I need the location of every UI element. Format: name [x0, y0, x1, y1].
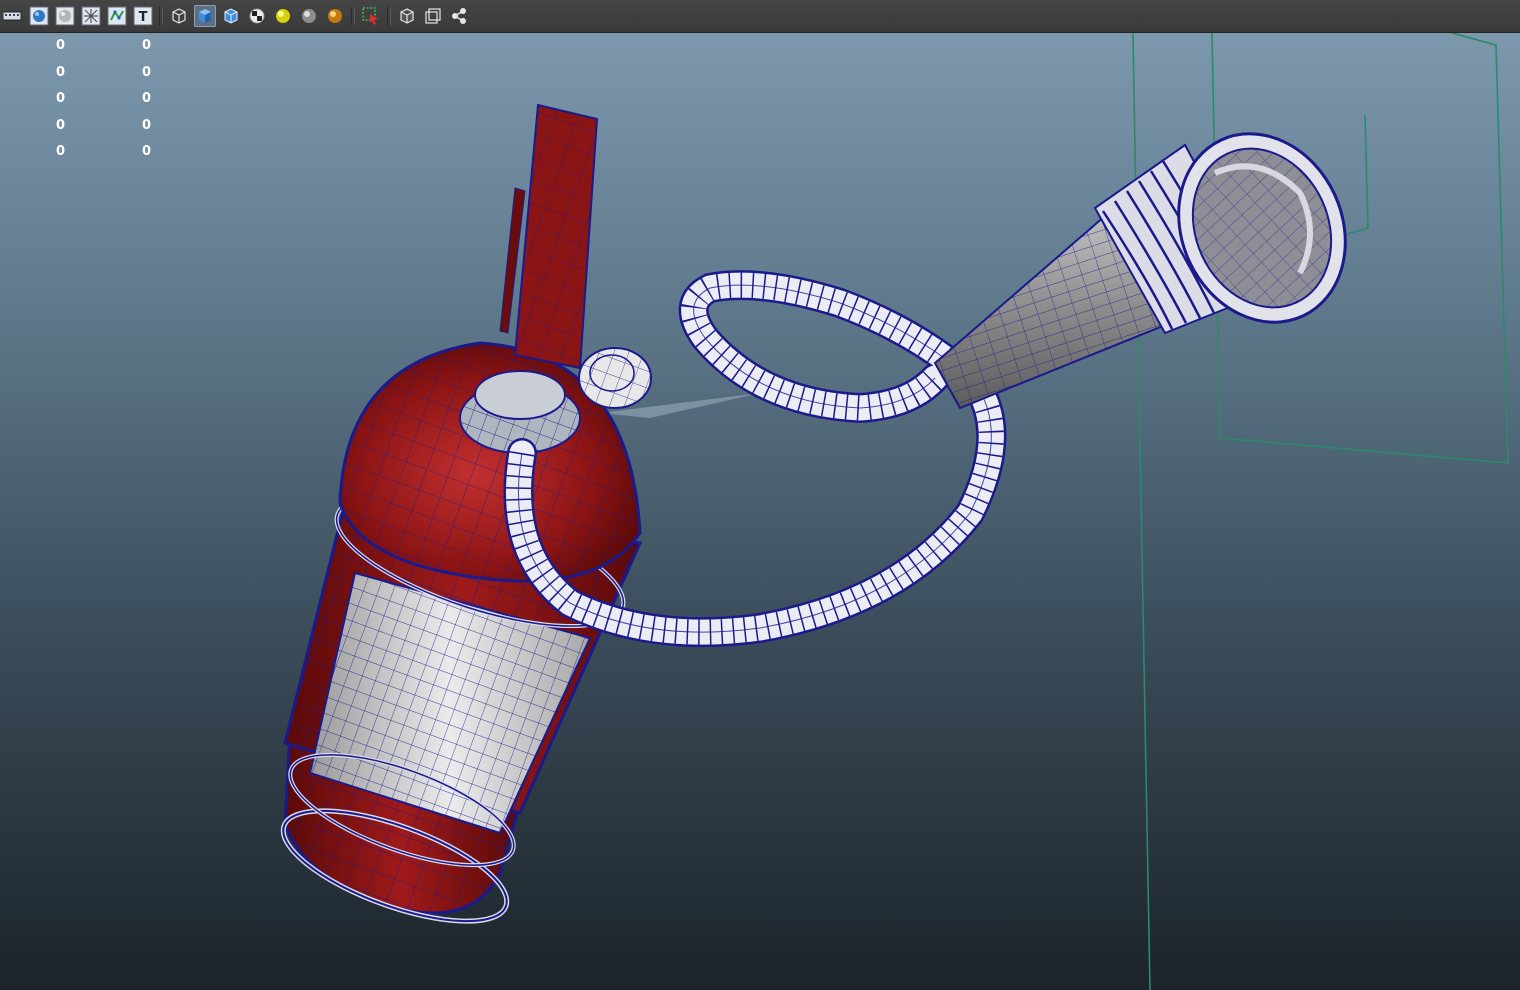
- wireframe-on-shaded-icon: [107, 6, 127, 26]
- valve-assembly: [459, 103, 652, 454]
- scene-render[interactable]: [0, 33, 1520, 990]
- selected-lights-button[interactable]: [324, 5, 346, 27]
- share-graph-icon: [452, 8, 466, 24]
- hud-row: 0 0: [0, 33, 200, 60]
- hud-row: 0 0: [0, 113, 200, 140]
- share-graph-button[interactable]: [448, 5, 470, 27]
- smooth-shade-button[interactable]: [28, 5, 50, 27]
- hud-row: 0 0: [0, 86, 200, 113]
- default-material-button[interactable]: [54, 5, 76, 27]
- isolate-view-button[interactable]: [396, 5, 418, 27]
- shaded-sphere-icon: [29, 6, 49, 26]
- frame-view-button[interactable]: [422, 5, 444, 27]
- grey-light-icon: [302, 9, 316, 23]
- extinguisher-body: [280, 341, 643, 924]
- hud-value: 0: [56, 38, 66, 53]
- viewport-toolbar: T: [0, 0, 1520, 33]
- xray-button[interactable]: [80, 5, 102, 27]
- film-strip-button[interactable]: [2, 5, 24, 27]
- smooth-shade-all-button[interactable]: [194, 5, 216, 27]
- heads-up-display: 0 0 0 0 0 0 0 0 0 0: [0, 33, 200, 166]
- selection-icon: [362, 7, 378, 25]
- shaded-wire-button[interactable]: [220, 5, 242, 27]
- hud-value: 0: [142, 64, 152, 80]
- hud-value: 0: [56, 144, 66, 159]
- x-ray-grid-icon: [81, 6, 101, 26]
- hud-value: 0: [142, 117, 152, 133]
- grey-sphere-icon: [55, 6, 75, 26]
- hud-value: 0: [56, 64, 66, 80]
- shaded-cube-icon: [224, 8, 238, 24]
- toolbar-separator: [351, 7, 355, 25]
- hud-value: 0: [142, 144, 152, 159]
- hud-value: 0: [56, 117, 66, 133]
- checker-icon: [249, 8, 265, 24]
- hud-value: 0: [142, 91, 152, 106]
- hud-row: 0 0: [0, 60, 200, 87]
- default-lights-button[interactable]: [272, 5, 294, 27]
- hud-value: 0: [56, 91, 66, 106]
- film-strip-icon: [3, 11, 22, 21]
- toolbar-separator: [159, 7, 163, 25]
- all-lights-button[interactable]: [298, 5, 320, 27]
- text-t-icon: T: [133, 6, 153, 26]
- hud-row: 0 0: [0, 139, 200, 166]
- wireframe-mode-button[interactable]: [168, 5, 190, 27]
- textured-button[interactable]: [246, 5, 268, 27]
- wireframe-cube-icon: [172, 8, 186, 24]
- isolate-select-button[interactable]: [360, 5, 382, 27]
- wireframe-on-shaded-button[interactable]: [106, 5, 128, 27]
- hud-value: 0: [142, 38, 152, 53]
- text-t-label: T: [139, 10, 148, 25]
- isolate-cube-icon: [400, 8, 414, 24]
- text-button[interactable]: T: [132, 5, 154, 27]
- 3d-viewport[interactable]: 0 0 0 0 0 0 0 0 0 0: [0, 33, 1520, 990]
- orange-light-icon: [328, 9, 342, 23]
- discharge-horn: [933, 132, 1347, 410]
- smooth-cube-icon: [199, 9, 211, 23]
- frame-cube-icon: [425, 8, 441, 24]
- yellow-light-icon: [276, 9, 290, 23]
- toolbar-separator: [387, 7, 391, 25]
